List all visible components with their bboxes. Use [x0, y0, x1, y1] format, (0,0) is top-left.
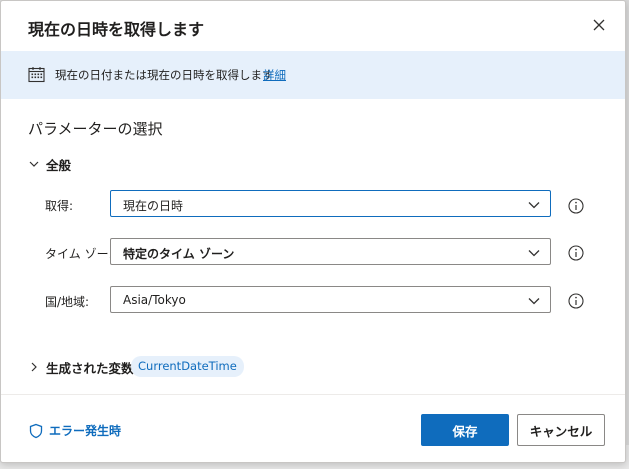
chevron-down-icon — [528, 250, 540, 257]
chevron-down-icon — [29, 161, 39, 167]
close-icon — [593, 19, 605, 31]
country-region-label: 国/地域: — [45, 295, 90, 309]
retrieve-dropdown[interactable]: 現在の日時 — [110, 190, 551, 217]
info-icon[interactable] — [568, 293, 584, 309]
retrieve-label: 取得: — [45, 199, 74, 213]
on-error-label: エラー発生時 — [49, 424, 122, 438]
cancel-button[interactable]: キャンセル — [517, 414, 605, 446]
close-button[interactable] — [589, 15, 609, 35]
on-error-link[interactable]: エラー発生時 — [28, 422, 121, 439]
dialog-header: 現在の日時を取得します — [1, 1, 625, 51]
calendar-icon — [28, 67, 45, 83]
info-banner: 現在の日付または現在の日時を取得します 詳細 — [1, 51, 625, 99]
info-icon[interactable] — [568, 245, 584, 261]
parameters-heading: パラメーターの選択 — [28, 120, 163, 138]
retrieve-value: 現在の日時 — [123, 199, 184, 213]
banner-text: 現在の日付または現在の日時を取得します — [55, 68, 274, 82]
general-group-toggle[interactable]: 全般 — [28, 155, 71, 173]
variables-label: 生成された変数 — [46, 360, 134, 376]
timezone-value: 特定のタイム ゾーン — [123, 247, 235, 261]
chevron-down-icon — [528, 202, 540, 209]
details-link[interactable]: 詳細 — [263, 67, 286, 83]
country-region-value: Asia/Tokyo — [123, 293, 186, 307]
general-group-label: 全般 — [46, 157, 72, 173]
info-icon[interactable] — [568, 198, 584, 214]
save-button[interactable]: 保存 — [421, 414, 509, 446]
country-region-dropdown[interactable]: Asia/Tokyo — [110, 286, 551, 313]
shield-icon — [29, 423, 43, 438]
variable-chip[interactable]: CurrentDateTime — [131, 356, 244, 377]
chevron-down-icon — [528, 298, 540, 305]
chevron-right-icon — [31, 362, 37, 372]
footer-divider — [1, 394, 625, 395]
get-datetime-dialog: 現在の日時を取得します 現在の日付または現在の日時を取得します 詳細 パラメータ… — [0, 0, 626, 463]
variables-group-toggle[interactable]: 生成された変数 — [28, 358, 134, 376]
timezone-dropdown[interactable]: 特定のタイム ゾーン — [110, 238, 551, 265]
dialog-title: 現在の日時を取得します — [28, 20, 205, 39]
